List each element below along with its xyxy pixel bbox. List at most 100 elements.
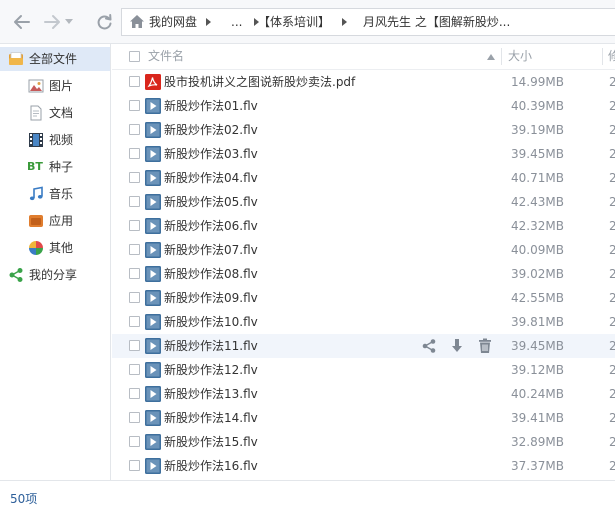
share-icon[interactable] bbox=[421, 338, 437, 354]
file-row[interactable]: 新股炒作法01.flv 40.39MB 2 bbox=[112, 94, 615, 118]
file-row[interactable]: 股市投机讲义之图说新股炒卖法.pdf 14.99MB 2 bbox=[112, 70, 615, 94]
video-file-icon bbox=[145, 314, 161, 330]
file-name[interactable]: 新股炒作法13.flv bbox=[164, 382, 258, 406]
file-row[interactable]: 新股炒作法13.flv 40.24MB 2 bbox=[112, 382, 615, 406]
sidebar-item-images[interactable]: 图片 bbox=[0, 74, 110, 98]
file-checkbox[interactable] bbox=[129, 436, 140, 447]
file-name[interactable]: 新股炒作法06.flv bbox=[164, 214, 258, 238]
file-row[interactable]: 新股炒作法10.flv 39.81MB 2 bbox=[112, 310, 615, 334]
video-file-icon bbox=[145, 170, 161, 186]
delete-icon[interactable] bbox=[477, 338, 493, 354]
file-checkbox[interactable] bbox=[129, 412, 140, 423]
sidebar-item-label: 其他 bbox=[49, 241, 74, 255]
file-name[interactable]: 新股炒作法11.flv bbox=[164, 334, 258, 358]
document-icon bbox=[30, 105, 42, 121]
file-checkbox[interactable] bbox=[129, 340, 140, 351]
file-name[interactable]: 新股炒作法15.flv bbox=[164, 430, 258, 454]
column-header-modified[interactable]: 修 bbox=[608, 44, 615, 69]
file-size: 39.12MB bbox=[511, 363, 564, 377]
video-file-icon bbox=[145, 266, 161, 282]
breadcrumb-folder-training[interactable]: 【体系培训】 bbox=[258, 9, 330, 35]
breadcrumb-ellipsis[interactable]: ... bbox=[231, 9, 242, 35]
sidebar: 全部文件 图片 文档 视频 BT 种子 音乐 应用 其他 我的分享 bbox=[0, 44, 111, 480]
file-size: 14.99MB bbox=[511, 75, 564, 89]
other-icon bbox=[29, 241, 43, 255]
file-name[interactable]: 新股炒作法05.flv bbox=[164, 190, 258, 214]
file-checkbox[interactable] bbox=[129, 268, 140, 279]
file-checkbox[interactable] bbox=[129, 364, 140, 375]
back-button[interactable] bbox=[12, 12, 32, 32]
file-name[interactable]: 新股炒作法16.flv bbox=[164, 454, 258, 478]
file-name[interactable]: 新股炒作法01.flv bbox=[164, 94, 258, 118]
file-row[interactable]: 新股炒作法08.flv 39.02MB 2 bbox=[112, 262, 615, 286]
video-file-icon bbox=[145, 242, 161, 258]
sidebar-item-documents[interactable]: 文档 bbox=[0, 101, 110, 125]
file-name[interactable]: 新股炒作法04.flv bbox=[164, 166, 258, 190]
file-checkbox[interactable] bbox=[129, 76, 140, 87]
sidebar-item-music[interactable]: 音乐 bbox=[0, 182, 110, 206]
file-modified-date: 2 bbox=[609, 195, 615, 209]
file-row[interactable]: 新股炒作法16.flv 37.37MB 2 bbox=[112, 454, 615, 478]
file-row[interactable]: 新股炒作法02.flv 39.19MB 2 bbox=[112, 118, 615, 142]
file-name[interactable]: 新股炒作法03.flv bbox=[164, 142, 258, 166]
file-checkbox[interactable] bbox=[129, 196, 140, 207]
file-name[interactable]: 股市投机讲义之图说新股炒卖法.pdf bbox=[164, 70, 355, 94]
file-row[interactable]: 新股炒作法09.flv 42.55MB 2 bbox=[112, 286, 615, 310]
file-checkbox[interactable] bbox=[129, 292, 140, 303]
select-all-checkbox[interactable] bbox=[129, 51, 140, 62]
file-name[interactable]: 新股炒作法07.flv bbox=[164, 238, 258, 262]
file-name[interactable]: 新股炒作法02.flv bbox=[164, 118, 258, 142]
sidebar-item-videos[interactable]: 视频 bbox=[0, 128, 110, 152]
breadcrumb-home[interactable]: 我的网盘 bbox=[149, 9, 197, 35]
file-checkbox[interactable] bbox=[129, 244, 140, 255]
video-icon bbox=[29, 133, 43, 147]
file-name[interactable]: 新股炒作法10.flv bbox=[164, 310, 258, 334]
file-row[interactable]: 新股炒作法12.flv 39.12MB 2 bbox=[112, 358, 615, 382]
sidebar-item-other[interactable]: 其他 bbox=[0, 236, 110, 260]
sidebar-item-torrents[interactable]: BT 种子 bbox=[0, 155, 110, 179]
file-checkbox[interactable] bbox=[129, 148, 140, 159]
file-checkbox[interactable] bbox=[129, 100, 140, 111]
file-name[interactable]: 新股炒作法14.flv bbox=[164, 406, 258, 430]
history-dropdown-button[interactable] bbox=[64, 12, 74, 32]
file-row[interactable]: 新股炒作法15.flv 32.89MB 2 bbox=[112, 430, 615, 454]
file-size: 40.71MB bbox=[511, 171, 564, 185]
item-count: 50项 bbox=[10, 492, 38, 506]
file-row[interactable]: 新股炒作法03.flv 39.45MB 2 bbox=[112, 142, 615, 166]
file-row[interactable]: 新股炒作法07.flv 40.09MB 2 bbox=[112, 238, 615, 262]
file-checkbox[interactable] bbox=[129, 316, 140, 327]
file-checkbox[interactable] bbox=[129, 388, 140, 399]
file-checkbox[interactable] bbox=[129, 124, 140, 135]
column-header-name[interactable]: 文件名 bbox=[148, 44, 184, 69]
file-row[interactable]: 新股炒作法06.flv 42.32MB 2 bbox=[112, 214, 615, 238]
file-name[interactable]: 新股炒作法12.flv bbox=[164, 358, 258, 382]
file-row-hovered[interactable]: 新股炒作法11.flv 39.45MB 2 bbox=[112, 334, 615, 358]
file-modified-date: 2 bbox=[609, 291, 615, 305]
column-divider[interactable] bbox=[501, 48, 502, 65]
file-row[interactable]: 新股炒作法14.flv 39.41MB 2 bbox=[112, 406, 615, 430]
sidebar-item-all-files[interactable]: 全部文件 bbox=[0, 47, 110, 71]
column-header-size[interactable]: 大小 bbox=[508, 44, 532, 69]
refresh-button[interactable] bbox=[94, 12, 114, 32]
home-icon[interactable] bbox=[129, 14, 145, 29]
chevron-down-icon bbox=[65, 19, 73, 24]
sidebar-item-my-shares[interactable]: 我的分享 bbox=[0, 263, 110, 287]
file-name[interactable]: 新股炒作法08.flv bbox=[164, 262, 258, 286]
forward-button[interactable] bbox=[42, 12, 62, 32]
file-row[interactable]: 新股炒作法04.flv 40.71MB 2 bbox=[112, 166, 615, 190]
file-size: 40.39MB bbox=[511, 99, 564, 113]
file-row[interactable]: 新股炒作法05.flv 42.43MB 2 bbox=[112, 190, 615, 214]
breadcrumb-separator-icon bbox=[342, 18, 347, 26]
file-modified-date: 2 bbox=[609, 459, 615, 473]
app-icon bbox=[29, 215, 43, 227]
column-divider[interactable] bbox=[602, 48, 603, 65]
file-checkbox[interactable] bbox=[129, 460, 140, 471]
download-icon[interactable] bbox=[449, 338, 465, 354]
file-checkbox[interactable] bbox=[129, 220, 140, 231]
file-checkbox[interactable] bbox=[129, 172, 140, 183]
sort-ascending-icon[interactable] bbox=[487, 54, 495, 60]
file-size: 39.02MB bbox=[511, 267, 564, 281]
sidebar-item-apps[interactable]: 应用 bbox=[0, 209, 110, 233]
file-name[interactable]: 新股炒作法09.flv bbox=[164, 286, 258, 310]
breadcrumb-current-folder[interactable]: 月风先生 之【图解新股炒... bbox=[363, 9, 510, 35]
